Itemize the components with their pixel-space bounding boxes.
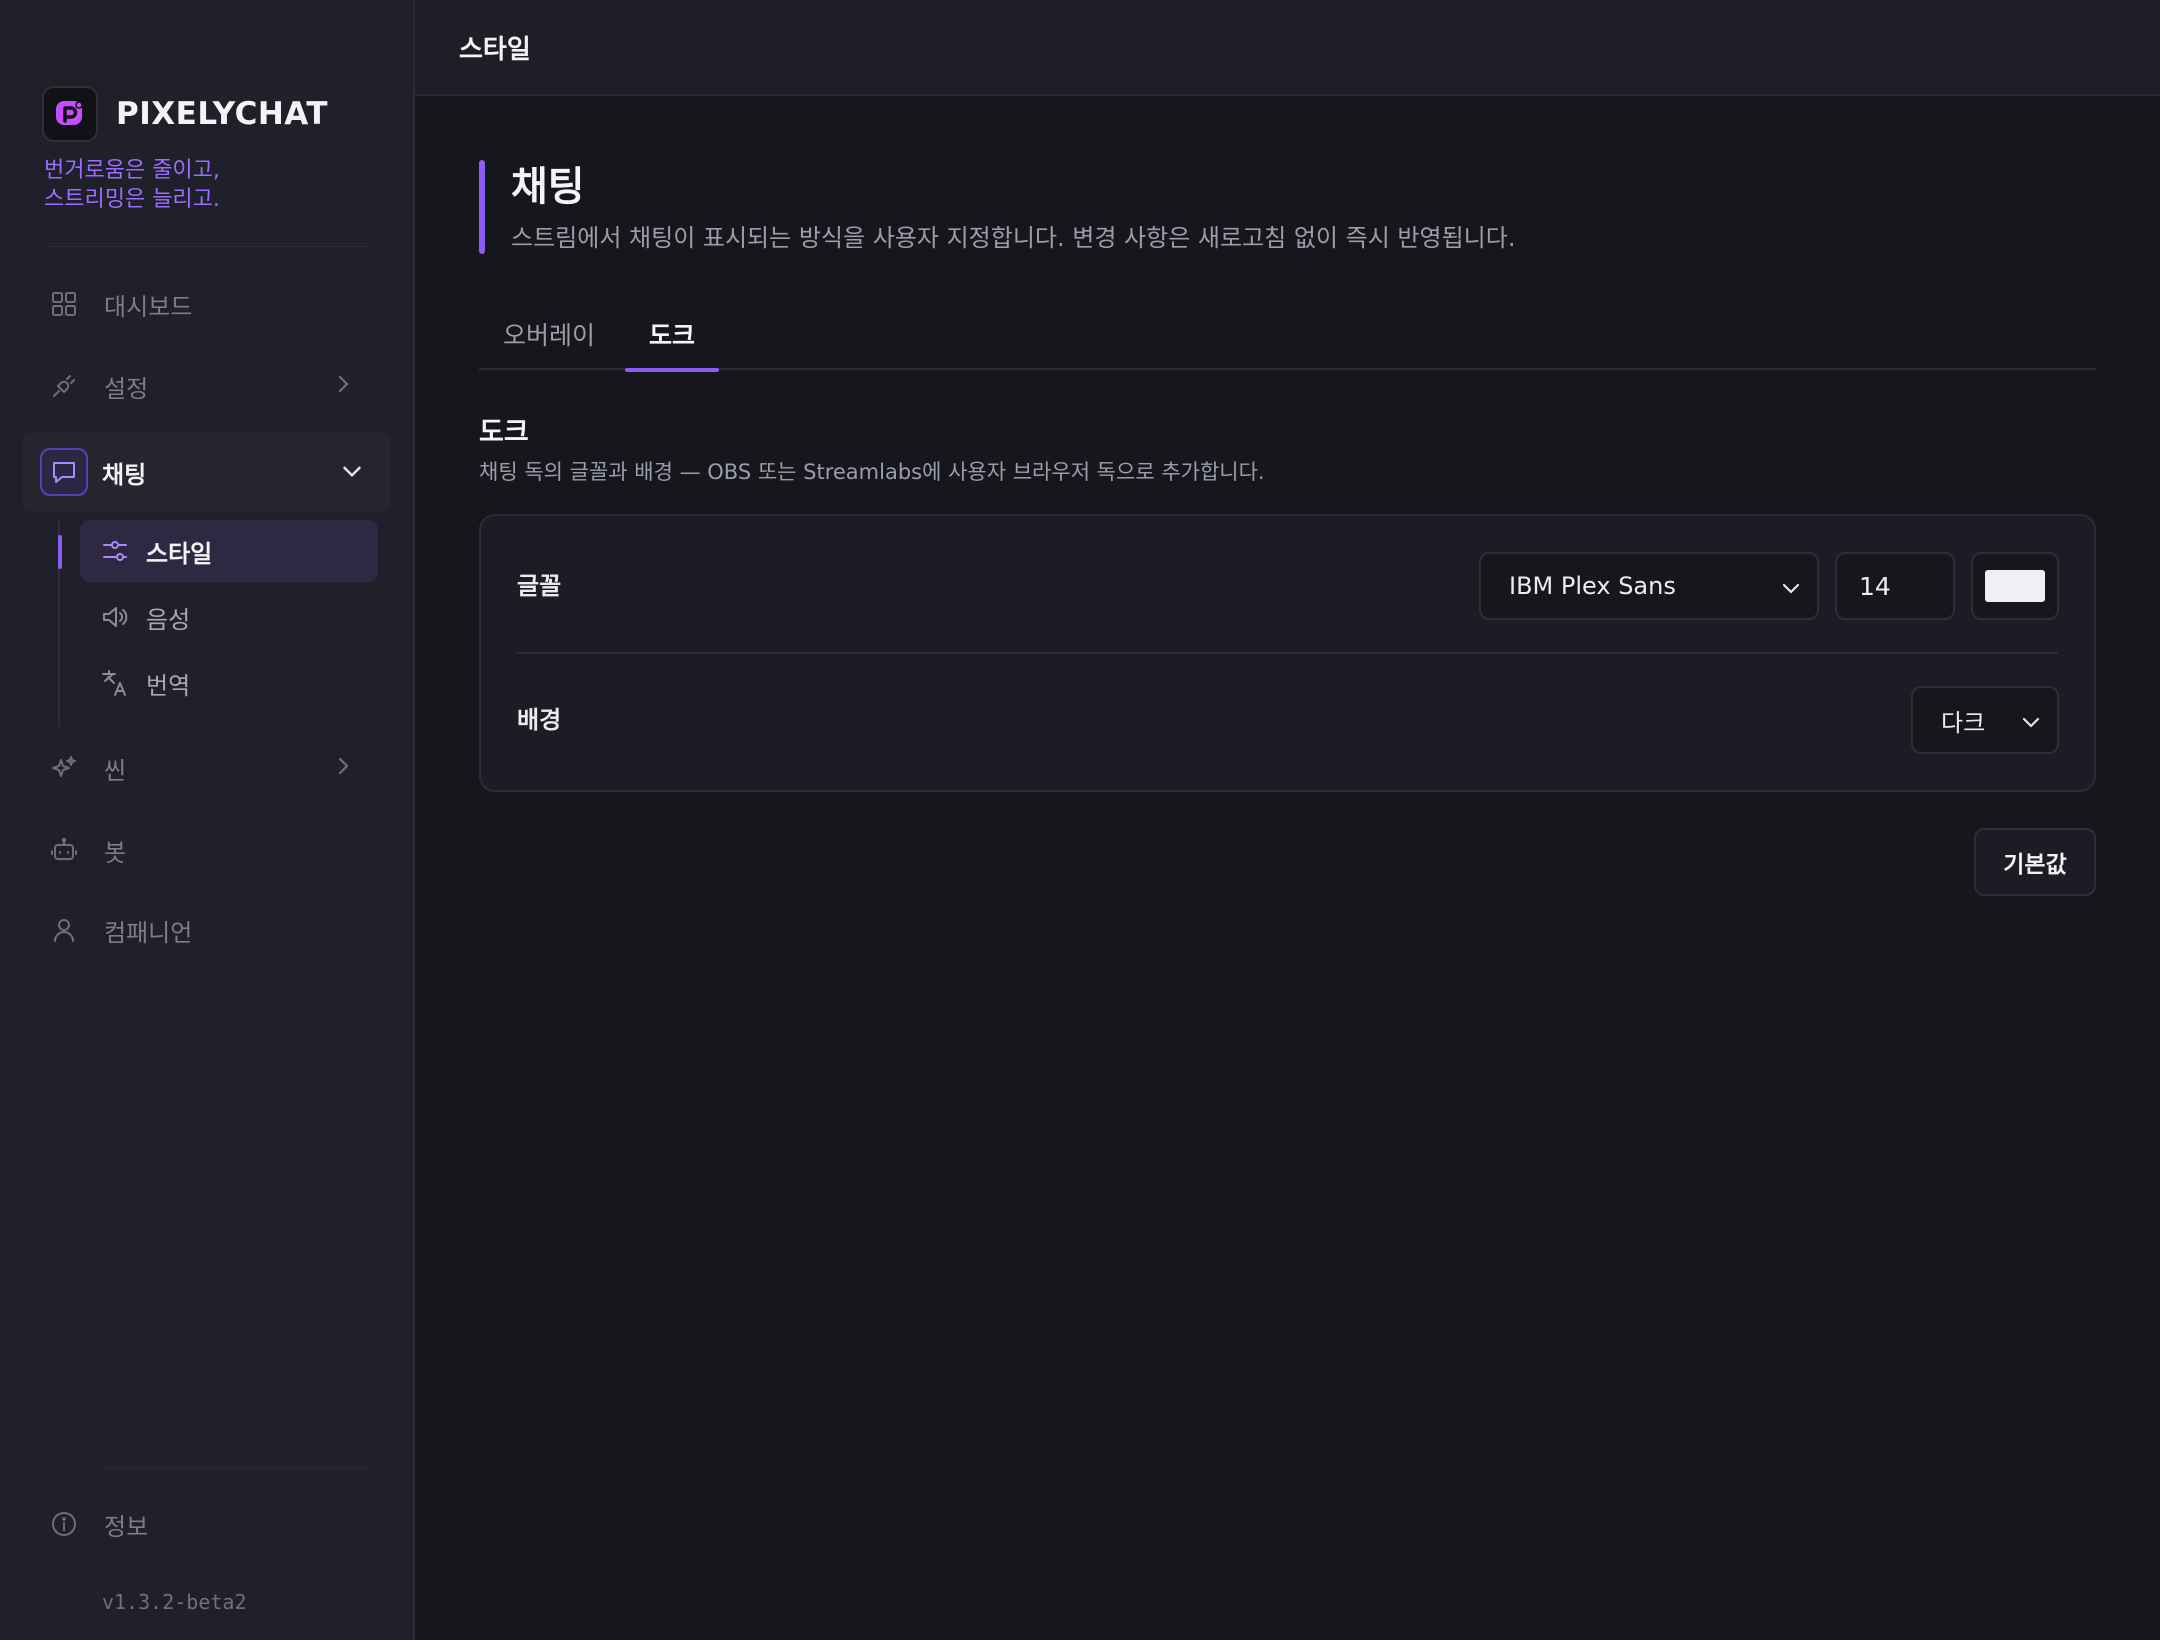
sidebar-item-label: 설정 bbox=[104, 374, 149, 403]
topbar-title: 스타일 bbox=[459, 34, 531, 65]
bot-icon bbox=[44, 830, 84, 870]
chat-bubble-icon bbox=[40, 448, 88, 496]
sidebar-item-bot[interactable]: 봇 bbox=[44, 822, 373, 878]
sidebar-item-label: 대시보드 bbox=[104, 292, 193, 321]
sidebar-divider bbox=[100, 1468, 369, 1469]
pixelychat-logo-icon bbox=[42, 86, 98, 142]
background-label: 배경 bbox=[517, 706, 562, 734]
font-size-input[interactable]: 14 bbox=[1835, 552, 1955, 620]
person-icon bbox=[44, 910, 84, 950]
submenu-active-indicator bbox=[58, 535, 62, 569]
row-divider bbox=[517, 652, 2058, 654]
chevron-down-icon bbox=[1779, 576, 1803, 604]
topbar: 스타일 bbox=[415, 0, 2160, 96]
sidebar-item-dashboard[interactable]: 대시보드 bbox=[44, 276, 373, 332]
section-description: 채팅 독의 글꼴과 배경 — OBS 또는 Streamlabs에 사용자 브라… bbox=[479, 460, 1265, 484]
sidebar-item-chat[interactable]: 채팅 bbox=[22, 432, 391, 512]
font-family-value: IBM Plex Sans bbox=[1509, 572, 1676, 600]
font-color-swatch bbox=[1985, 570, 2045, 602]
sidebar-item-label: 채팅 bbox=[102, 460, 147, 489]
background-value: 다크 bbox=[1941, 708, 1986, 737]
sidebar-item-label: 씬 bbox=[104, 756, 127, 785]
sidebar: PIXELYCHAT 번거로움은 줄이고, 스트리밍은 늘리고. 대시보드 설정 bbox=[0, 0, 415, 1640]
settings-card: 글꼴 IBM Plex Sans 14 배경 다크 bbox=[479, 514, 2096, 792]
sidebar-item-settings[interactable]: 설정 bbox=[44, 358, 373, 414]
sidebar-item-label: 정보 bbox=[104, 1512, 149, 1541]
sidebar-item-companion[interactable]: 컴패니언 bbox=[44, 902, 373, 958]
chevron-down-icon bbox=[2019, 710, 2043, 738]
sidebar-item-info[interactable]: 정보 bbox=[44, 1496, 373, 1552]
speaker-icon bbox=[100, 602, 130, 632]
tab-dock[interactable]: 도크 bbox=[625, 316, 720, 372]
brand-name: PIXELYCHAT bbox=[116, 96, 329, 132]
sliders-icon bbox=[100, 536, 130, 566]
plug-icon bbox=[44, 366, 84, 406]
info-icon bbox=[44, 1504, 84, 1544]
title-accent-bar bbox=[479, 160, 485, 254]
brand[interactable]: PIXELYCHAT bbox=[42, 86, 328, 142]
font-size-value: 14 bbox=[1859, 572, 1891, 601]
section-title: 도크 bbox=[479, 417, 529, 448]
tagline: 번거로움은 줄이고, 스트리밍은 늘리고. bbox=[44, 156, 220, 214]
version-label: v1.3.2-beta2 bbox=[102, 1590, 247, 1614]
sidebar-item-label: 봇 bbox=[104, 838, 127, 867]
chevron-right-icon bbox=[331, 372, 355, 400]
page-description: 스트림에서 채팅이 표시되는 방식을 사용자 지정합니다. 변경 사항은 새로고… bbox=[511, 224, 1516, 252]
font-label: 글꼴 bbox=[517, 572, 562, 600]
translate-icon bbox=[100, 668, 130, 698]
font-family-select[interactable]: IBM Plex Sans bbox=[1479, 552, 1819, 620]
page-title: 채팅 bbox=[511, 164, 585, 210]
sidebar-divider bbox=[44, 246, 369, 247]
chevron-right-icon bbox=[331, 754, 355, 782]
sidebar-subitem-label: 음성 bbox=[146, 605, 191, 634]
tab-overlay[interactable]: 오버레이 bbox=[479, 316, 619, 370]
sparkles-icon bbox=[44, 748, 84, 788]
sidebar-subitem-style[interactable]: 스타일 bbox=[80, 520, 378, 582]
sidebar-subitem-label: 번역 bbox=[146, 671, 191, 700]
sidebar-item-label: 컴패니언 bbox=[104, 918, 193, 947]
grid-icon bbox=[44, 284, 84, 324]
sidebar-subitem-translate[interactable]: 번역 bbox=[80, 652, 378, 714]
sidebar-subitem-voice[interactable]: 음성 bbox=[80, 586, 378, 648]
font-color-picker[interactable] bbox=[1971, 552, 2059, 620]
tab-bar: 오버레이 도크 bbox=[479, 300, 2096, 372]
reset-default-button[interactable]: 기본값 bbox=[1974, 828, 2096, 896]
sidebar-item-scenes[interactable]: 씬 bbox=[44, 740, 373, 796]
main-content: 스타일 채팅 스트림에서 채팅이 표시되는 방식을 사용자 지정합니다. 변경 … bbox=[415, 0, 2160, 1640]
sidebar-subitem-label: 스타일 bbox=[146, 539, 213, 568]
chevron-down-icon bbox=[339, 458, 365, 488]
tagline-line: 번거로움은 줄이고, bbox=[44, 158, 220, 183]
background-select[interactable]: 다크 bbox=[1911, 686, 2059, 754]
tagline-line: 스트리밍은 늘리고. bbox=[44, 187, 220, 212]
